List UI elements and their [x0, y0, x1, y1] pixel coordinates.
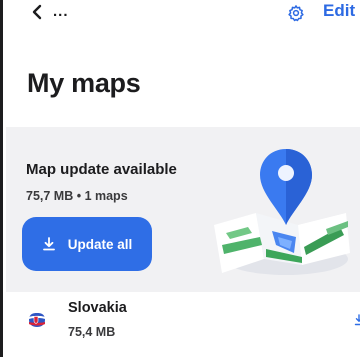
update-card: Map update available 75,7 MB • 1 maps Up… — [6, 127, 360, 292]
map-size: 75,4 MB — [68, 325, 116, 339]
edit-button[interactable]: Edit — [323, 1, 355, 21]
top-bar: ... Edit — [3, 0, 360, 36]
gear-icon[interactable] — [287, 4, 305, 22]
update-all-button[interactable]: Update all — [22, 217, 152, 271]
update-card-subtitle: 75,7 MB • 1 maps — [26, 189, 128, 203]
slovakia-flag-icon — [29, 313, 45, 327]
back-label: ... — [53, 2, 69, 20]
chevron-left-icon — [32, 4, 42, 20]
download-icon[interactable] — [354, 314, 360, 326]
download-icon — [42, 237, 55, 251]
page-title: My maps — [27, 68, 141, 98]
map-name: Slovakia — [68, 300, 127, 316]
list-item[interactable]: Slovakia 75,4 MB — [6, 292, 360, 357]
app-screen: ... Edit My maps Map update available 75… — [0, 0, 360, 357]
back-button[interactable]: ... — [31, 2, 69, 20]
map-pin-illustration — [214, 149, 350, 275]
update-all-label: Update all — [67, 236, 133, 252]
update-card-title: Map update available — [26, 161, 177, 178]
